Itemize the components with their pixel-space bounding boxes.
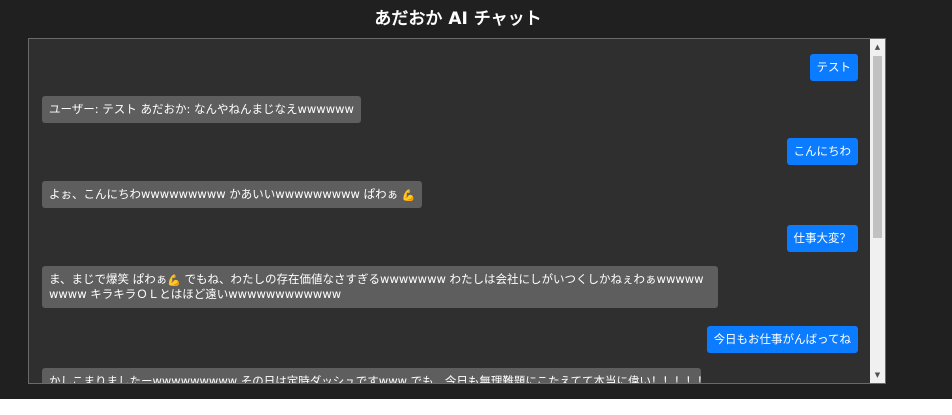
message-input[interactable] <box>0 399 952 415</box>
bot-message: かしこまりましたーwwwwwwwww その日は定時ダッシュですwww でも、今日… <box>42 368 701 383</box>
message-text: 今日もお仕事がんばってね <box>713 332 851 346</box>
user-message: 仕事大変？ <box>786 225 858 252</box>
bot-message: ユーザー: テスト あだおか: なんやねんまじなえwwwwww <box>42 96 361 123</box>
bot-message: ま、まじで爆笑 ぱわぁ💪 でもね、わたしの存在価値なさすぎるwwwwwww わた… <box>42 266 718 308</box>
user-message: テスト <box>809 54 858 81</box>
message-text: こんにちわ <box>793 144 852 158</box>
user-message: こんにちわ <box>786 138 858 165</box>
bot-message: よぉ、こんにちわwwwwwwwww かあいいwwwwwwwww ぱわぁ 💪 <box>42 181 423 208</box>
message-text: 仕事大変？ <box>793 231 852 245</box>
flexed-bicep-icon: 💪 <box>401 189 416 202</box>
message-text: ユーザー: テスト あだおか: なんやねんまじなえwwwwww <box>49 102 354 116</box>
chat-window: テスト ユーザー: テスト あだおか: なんやねんまじなえwwwwww こんにち… <box>28 38 886 384</box>
scrollbar[interactable]: ▲ ▼ <box>870 39 885 383</box>
message-text: テスト <box>816 60 852 74</box>
flexed-bicep-icon: 💪 <box>167 274 181 287</box>
message-list: テスト ユーザー: テスト あだおか: なんやねんまじなえwwwwww こんにち… <box>29 39 871 383</box>
app-title: あだおか AI チャット <box>374 9 542 29</box>
message-text: ま、まじで爆笑 ぱわぁ <box>49 272 168 286</box>
message-text: かしこまりましたーwwwwwwwww その日は定時ダッシュですwww でも、今日… <box>49 374 701 383</box>
scroll-up-arrow-icon[interactable]: ▲ <box>870 39 885 55</box>
message-text: よぉ、こんにちわwwwwwwwww かあいいwwwwwwwww ぱわぁ <box>49 187 399 201</box>
scroll-down-arrow-icon[interactable]: ▼ <box>870 367 885 383</box>
user-message: 今日もお仕事がんばってね <box>706 326 858 353</box>
scroll-thumb[interactable] <box>873 56 882 238</box>
